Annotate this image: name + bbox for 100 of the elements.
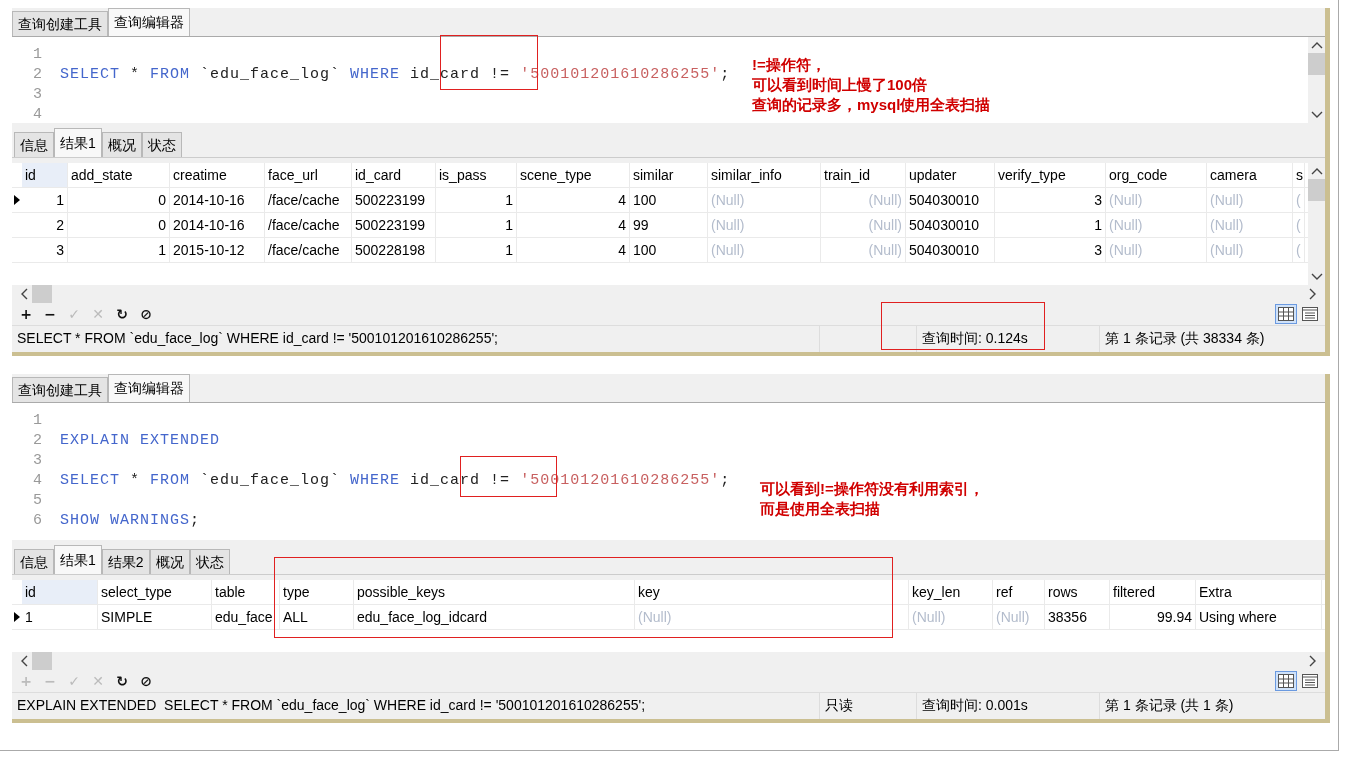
scroll-thumb[interactable] bbox=[1308, 53, 1325, 75]
scroll-up-icon[interactable] bbox=[1310, 41, 1323, 49]
annotation-note: !=操作符， 可以看到时间上慢了100倍 查询的记录多，mysql使用全表扫描 bbox=[752, 55, 991, 115]
line-number: 1 bbox=[32, 45, 42, 65]
result-tab[interactable]: 信息 bbox=[14, 549, 54, 574]
table-cell: (Null) bbox=[1207, 238, 1293, 262]
column-header[interactable]: key bbox=[635, 580, 909, 604]
form-view-icon[interactable] bbox=[1299, 304, 1321, 324]
result-tab[interactable]: 信息 bbox=[14, 132, 54, 157]
column-header[interactable]: possible_keys bbox=[354, 580, 635, 604]
result-tab[interactable]: 概况 bbox=[149, 549, 190, 574]
table-cell: 1 bbox=[22, 188, 68, 212]
result-tab[interactable]: 状态 bbox=[141, 132, 182, 157]
tool-button[interactable]: + bbox=[16, 304, 36, 324]
column-header[interactable]: face_url bbox=[265, 163, 352, 187]
code-line: SHOW WARNINGS; bbox=[60, 511, 201, 531]
result-tab[interactable]: 结果1 bbox=[54, 128, 102, 157]
table-cell: (Null) bbox=[993, 605, 1045, 629]
table-cell: 1 bbox=[436, 238, 517, 262]
column-header[interactable]: is_pass bbox=[436, 163, 517, 187]
table-cell: 3 bbox=[995, 188, 1106, 212]
tool-button[interactable]: ↻ bbox=[112, 671, 132, 691]
column-header[interactable]: scene_type bbox=[517, 163, 630, 187]
scroll-left-icon[interactable] bbox=[20, 288, 28, 300]
column-header[interactable]: ref bbox=[993, 580, 1045, 604]
table-cell: (Null) bbox=[1207, 188, 1293, 212]
table-cell: 4 bbox=[517, 213, 630, 237]
table-cell: (Null) bbox=[708, 238, 821, 262]
column-header[interactable]: creatime bbox=[170, 163, 265, 187]
query-tab[interactable]: 查询创建工具 bbox=[12, 11, 108, 36]
table-cell: 2015-10-12 bbox=[170, 238, 265, 262]
result-tab[interactable]: 状态 bbox=[189, 549, 230, 574]
table-cell: 1 bbox=[995, 213, 1106, 237]
status-query: EXPLAIN EXTENDED SELECT * FROM `edu_face_log` WHERE id_card != '500101201610286255'; bbox=[12, 693, 820, 719]
table-cell: (Null) bbox=[1106, 213, 1207, 237]
scroll-right-icon[interactable] bbox=[1309, 288, 1317, 300]
scroll-thumb[interactable] bbox=[32, 652, 52, 670]
column-header[interactable]: key_len bbox=[909, 580, 993, 604]
column-header[interactable]: id bbox=[22, 580, 98, 604]
table-cell: (Null) bbox=[821, 188, 906, 212]
status-time: 查询时间: 0.001s bbox=[917, 693, 1100, 719]
table-cell: ( bbox=[1293, 188, 1305, 212]
column-header[interactable]: rows bbox=[1045, 580, 1110, 604]
column-header[interactable]: add_state bbox=[68, 163, 170, 187]
grid-view-icon[interactable] bbox=[1275, 304, 1297, 324]
line-number: 5 bbox=[32, 491, 42, 511]
table-cell: ( bbox=[1293, 238, 1305, 262]
table-cell: (Null) bbox=[909, 605, 993, 629]
tool-button[interactable]: ⊘ bbox=[136, 304, 156, 324]
result-tab[interactable]: 结果2 bbox=[101, 549, 150, 574]
line-number: 3 bbox=[32, 451, 42, 471]
column-header[interactable]: similar bbox=[630, 163, 708, 187]
result-tab[interactable]: 概况 bbox=[101, 132, 142, 157]
tool-button[interactable]: − bbox=[40, 304, 60, 324]
column-header[interactable]: filtered bbox=[1110, 580, 1196, 604]
scroll-up-icon[interactable] bbox=[1310, 167, 1323, 175]
tool-button[interactable]: ⊘ bbox=[136, 671, 156, 691]
scroll-down-icon[interactable] bbox=[1310, 111, 1323, 119]
scroll-thumb[interactable] bbox=[1308, 179, 1325, 201]
table-cell: Using where bbox=[1196, 605, 1322, 629]
grid-view-icon[interactable] bbox=[1275, 671, 1297, 691]
column-header[interactable]: type bbox=[280, 580, 354, 604]
annotation-note: 可以看到!=操作符没有利用索引， 而是使用全表扫描 bbox=[760, 479, 984, 519]
scroll-right-icon[interactable] bbox=[1309, 655, 1317, 667]
table-cell: 2014-10-16 bbox=[170, 188, 265, 212]
column-header[interactable]: s bbox=[1293, 163, 1305, 187]
scroll-down-icon[interactable] bbox=[1310, 273, 1323, 281]
table-cell: (Null) bbox=[1207, 213, 1293, 237]
column-header[interactable]: id_card bbox=[352, 163, 436, 187]
scroll-thumb[interactable] bbox=[32, 285, 52, 303]
column-header[interactable]: train_id bbox=[821, 163, 906, 187]
table-cell: 99 bbox=[630, 213, 708, 237]
column-header[interactable]: org_code bbox=[1106, 163, 1207, 187]
column-header[interactable]: updater bbox=[906, 163, 995, 187]
table-cell: 3 bbox=[995, 238, 1106, 262]
query-tab[interactable]: 查询编辑器 bbox=[108, 8, 190, 36]
table-cell: 100 bbox=[630, 238, 708, 262]
line-number: 3 bbox=[32, 85, 42, 105]
table-cell: (Null) bbox=[1106, 238, 1207, 262]
column-header[interactable]: camera bbox=[1207, 163, 1293, 187]
column-header[interactable]: similar_info bbox=[708, 163, 821, 187]
query-tab[interactable]: 查询编辑器 bbox=[108, 374, 190, 402]
table-cell: (Null) bbox=[708, 188, 821, 212]
code-line: EXPLAIN EXTENDED bbox=[60, 431, 221, 451]
column-header[interactable]: verify_type bbox=[995, 163, 1106, 187]
result-tab[interactable]: 结果1 bbox=[54, 545, 102, 574]
column-header[interactable]: select_type bbox=[98, 580, 212, 604]
form-view-icon[interactable] bbox=[1299, 671, 1321, 691]
vertical-scrollbar[interactable] bbox=[1308, 37, 1325, 123]
table-cell: (Null) bbox=[821, 238, 906, 262]
table-cell: 2 bbox=[22, 213, 68, 237]
table-cell: ( bbox=[1293, 213, 1305, 237]
column-header[interactable]: id bbox=[22, 163, 68, 187]
scroll-left-icon[interactable] bbox=[20, 655, 28, 667]
tool-button[interactable]: ↻ bbox=[112, 304, 132, 324]
table-cell: (Null) bbox=[1106, 188, 1207, 212]
table-cell: 100 bbox=[630, 188, 708, 212]
column-header[interactable]: table bbox=[212, 580, 280, 604]
query-tab[interactable]: 查询创建工具 bbox=[12, 377, 108, 402]
table-cell: (Null) bbox=[635, 605, 909, 629]
